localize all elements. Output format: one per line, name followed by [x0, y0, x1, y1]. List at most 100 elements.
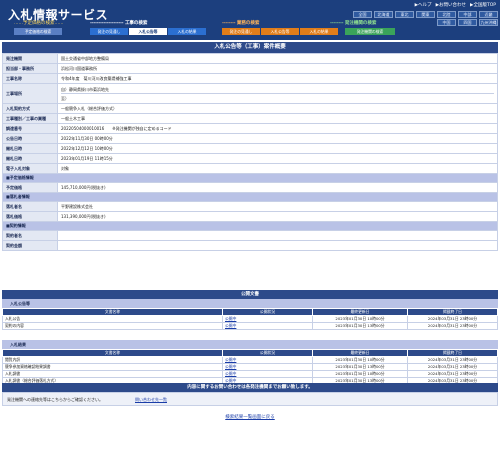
tab-work-notice[interactable]: 入札公告等 [129, 28, 167, 35]
detail-row: 開札日時 2022年12月12日 10時00分 [2, 143, 498, 154]
contact-link-top[interactable]: ▶お問い合わせ [436, 2, 466, 8]
home-link[interactable]: ▶全国版TOP [470, 2, 496, 8]
table-header-row: 文書名称 公開状況 最終更新日 掲載終了日 [2, 349, 498, 357]
detail-value: 20220504000010016 ※発注機関が独自に定めるコード [57, 123, 498, 134]
service-search-title-text: 業務の検索 [236, 21, 260, 26]
region-kanto[interactable]: 関東 [416, 11, 435, 18]
doc-status-link[interactable]: 公開中 [222, 315, 313, 323]
detail-value: 一般競争入札（総合評価方式） [57, 103, 498, 114]
doc-end-date: 2024年03月31日 23時00分 [407, 370, 498, 378]
table-row: 入札調書 公開中 2023年01月30日 10時00分 2024年03月31日 … [2, 370, 498, 378]
detail-label: 公告日時 [2, 133, 58, 144]
table-row: 競争参加資格確認結果調書 公開中 2023年01月30日 13時00分 2024… [2, 363, 498, 371]
contract-price-label: 契約金額 [2, 240, 58, 251]
tab-service-result[interactable]: 入札の結果 [300, 28, 338, 35]
col-end-date: 掲載終了日 [407, 349, 498, 357]
work-search-dashes: -------------------- [90, 21, 124, 26]
detail-row: 担当部・事務所 浜松河川国道事務所 [2, 63, 498, 74]
doc-end-date: 2024年03月31日 23時00分 [407, 356, 498, 364]
doc-updated: 2023年01月30日 13時00分 [312, 322, 408, 330]
region-kinki[interactable]: 近畿 [479, 11, 498, 18]
col-status: 公開状況 [222, 308, 313, 316]
doc-updated: 2023年01月30日 10時00分 [312, 370, 408, 378]
detail-row: 落札者名 平野建設株式会社 [2, 201, 498, 212]
award-name-value: 平野建設株式会社 [57, 201, 498, 212]
price-label: 予定価格 [2, 182, 58, 193]
detail-row: 工事名称 令和4年度 菊川河川改良築堤補強工事 [2, 73, 498, 84]
doc-updated: 2023年01月30日 10時00分 [312, 315, 408, 323]
detail-row: 電子入札対象 対象 [2, 163, 498, 174]
header: 入札情報サービス ▶ヘルプ ▶お問い合わせ ▶全国版TOP 全国 北海道 東北 … [0, 0, 500, 40]
detail-row: 予定価格 145,710,000円(税抜き) [2, 182, 498, 193]
detail-label: 工事種別／工事の業種 [2, 113, 58, 124]
back-to-results-link[interactable]: 検索結果一覧画面に戻る [0, 414, 500, 420]
contract-section-header: ■契約情報 [2, 221, 498, 231]
region-hokuriku[interactable]: 北陸 [437, 11, 456, 18]
region-shikoku[interactable]: 四国 [458, 19, 477, 26]
page-title: 入札公告等（工事）案件概要 [2, 42, 498, 53]
doc-name: 契約の内容 [2, 322, 223, 330]
contract-name-label: 契約者名 [2, 230, 58, 241]
detail-row: 公告日時 2022年11月30日 00時00分 [2, 133, 498, 144]
tab-service-notice[interactable]: 入札公告等 [261, 28, 299, 35]
table-row: 閲覧内訳 公開中 2023年01月30日 10時00分 2024年03月31日 … [2, 356, 498, 364]
doc-end-date: 2024年03月31日 23時00分 [407, 363, 498, 371]
doc-status-link[interactable]: 公開中 [222, 356, 313, 364]
region-hokkaido[interactable]: 北海道 [374, 11, 393, 18]
tab-price-search[interactable]: 予定価格の検索 [14, 28, 62, 35]
detail-row: 発注機関 国土交通省中部地方整備局 [2, 53, 498, 64]
detail-row: 工事種別／工事の業種 一般土木工事 [2, 113, 498, 124]
tab-agency-search[interactable]: 発注機関の検索 [345, 28, 395, 35]
doc-updated: 2023年01月30日 13時00分 [312, 363, 408, 371]
detail-value: 国土交通省中部地方整備局 [57, 53, 498, 64]
result-docs-block: 入札結果 文書名称 公開状況 最終更新日 掲載終了日 閲覧内訳 公開中 2023… [2, 340, 498, 385]
doc-end-date: 2024年03月31日 23時00分 [407, 315, 498, 323]
detail-row: 入札契約方式 一般競争入札（総合評価方式） [2, 103, 498, 114]
section-row: ■契約情報 [2, 221, 498, 231]
agency-search-title: -------- 発注機関の検索 [330, 20, 376, 26]
region-zenkoku[interactable]: 全国 [353, 11, 372, 18]
detail-value: 令和4年度 菊川河川改良築堤補強工事 [57, 73, 498, 84]
location-to: 至） [61, 95, 69, 101]
detail-value: 2022年11月30日 00時00分 [57, 133, 498, 144]
price-search-label: ……予定価格の検索…… [14, 21, 64, 26]
detail-row: 開札日時 2023年01月19日 11時15分 [2, 153, 498, 164]
col-doc-name: 文書名称 [2, 349, 223, 357]
price-section-header: ■予定価格情報 [2, 173, 498, 183]
doc-status-link[interactable]: 公開中 [222, 322, 313, 330]
inquiry-bar: 内容に関するお問い合わせは各発注機関までお願い致します。 [2, 383, 498, 392]
region-chubu[interactable]: 中部 [458, 11, 477, 18]
detail-label: 調達番号 [2, 123, 58, 134]
result-docs-title: 入札結果 [2, 340, 498, 349]
service-tabs: 発注の見通し 入札公告等 入札の結果 [222, 28, 338, 35]
region-tohoku[interactable]: 東北 [395, 11, 414, 18]
detail-row: 契約者名 [2, 230, 498, 241]
award-section-header: ■落札者情報 [2, 192, 498, 202]
region-chugoku[interactable]: 中国 [437, 19, 456, 26]
region-buttons: 全国 北海道 東北 関東 北陸 中部 近畿 [353, 11, 498, 18]
doc-end-date: 2024年03月31日 23時00分 [407, 322, 498, 330]
detail-label: 電子入札対象 [2, 163, 58, 174]
col-updated: 最終更新日 [312, 349, 408, 357]
doc-status-link[interactable]: 公開中 [222, 363, 313, 371]
detail-label: 工事名称 [2, 73, 58, 84]
region-buttons-2: 中国 四国 九州沖縄 [437, 19, 498, 26]
table-row: 入札公告 公開中 2023年01月30日 10時00分 2024年03月31日 … [2, 315, 498, 323]
detail-value: 2022年12月12日 10時00分 [57, 143, 498, 154]
detail-label: 開札日時 [2, 143, 58, 154]
col-updated: 最終更新日 [312, 308, 408, 316]
detail-row: 契約金額 [2, 240, 498, 251]
tab-service-outlook[interactable]: 発注の見通し [222, 28, 260, 35]
section-row: ■予定価格情報 [2, 173, 498, 183]
contact-list-link[interactable]: 問い合わせ先一覧 [135, 397, 167, 403]
price-tabs: 予定価格の検索 [14, 28, 62, 35]
doc-status-link[interactable]: 公開中 [222, 370, 313, 378]
doc-updated: 2023年01月30日 10時00分 [312, 356, 408, 364]
tab-work-outlook[interactable]: 発注の見通し [90, 28, 128, 35]
col-end-date: 掲載終了日 [407, 308, 498, 316]
region-kyushu[interactable]: 九州沖縄 [479, 19, 498, 26]
help-link[interactable]: ▶ヘルプ [415, 2, 432, 8]
tab-work-result[interactable]: 入札の結果 [168, 28, 206, 35]
contract-name-value [57, 230, 498, 241]
detail-table: 発注機関 国土交通省中部地方整備局 担当部・事務所 浜松河川国道事務所 工事名称 令和… [2, 53, 498, 251]
